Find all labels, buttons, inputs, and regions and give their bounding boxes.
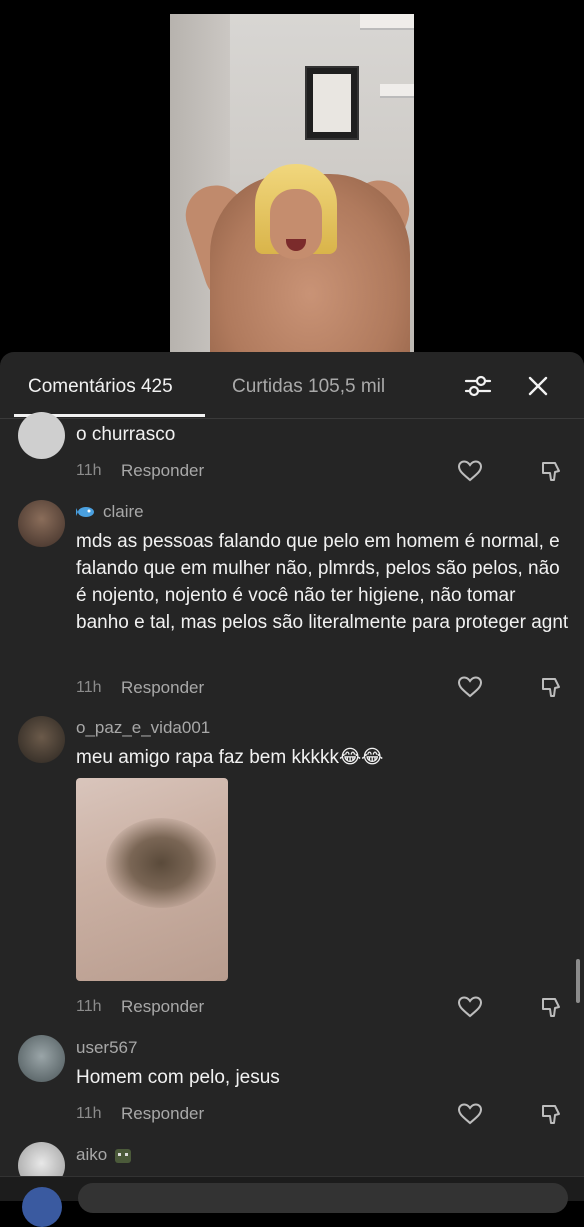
comments-sheet: Comentários 425 Curtidas 105,5 mil o chu… — [0, 352, 584, 1200]
comment-input[interactable] — [78, 1183, 568, 1213]
character-emoji-icon — [115, 1149, 131, 1163]
video-preview[interactable] — [170, 14, 414, 359]
tab-bar: Comentários 425 Curtidas 105,5 mil — [0, 352, 584, 419]
fish-icon — [76, 507, 94, 517]
comment-text: mds as pessoas falando que pelo em homem… — [76, 531, 569, 633]
avatar[interactable] — [18, 412, 65, 459]
avatar[interactable] — [18, 500, 65, 547]
video-shelf — [360, 14, 414, 30]
heart-outline-icon[interactable] — [457, 459, 483, 483]
comment-text: o churrasco — [76, 424, 176, 445]
tab-likes[interactable]: Curtidas 105,5 mil — [232, 376, 385, 398]
thumbs-down-icon[interactable] — [540, 995, 564, 1019]
tab-comments[interactable]: Comentários 425 — [28, 376, 173, 398]
comment-input-bar[interactable] — [0, 1176, 584, 1227]
comment-time: 11h — [76, 1105, 102, 1122]
video-shelf — [380, 84, 414, 98]
reply-button[interactable]: Responder — [121, 461, 204, 481]
comment-text: Homem com pelo, jesus — [76, 1067, 280, 1088]
thumbs-down-icon[interactable] — [540, 459, 564, 483]
sliders-icon[interactable] — [462, 370, 494, 402]
reply-button[interactable]: Responder — [121, 678, 204, 698]
username[interactable]: aiko — [76, 1145, 107, 1165]
heart-outline-icon[interactable] — [457, 675, 483, 699]
comment-time: 11h — [76, 462, 102, 479]
avatar[interactable] — [18, 1035, 65, 1082]
comment-time: 11h — [76, 998, 102, 1015]
scrollbar[interactable] — [576, 959, 580, 1003]
comment-image-attachment[interactable] — [76, 778, 228, 981]
comment-text: meu amigo rapa faz bem kkkkk😂😂 — [76, 747, 384, 768]
thumbs-down-icon[interactable] — [540, 1102, 564, 1126]
reply-button[interactable]: Responder — [121, 997, 204, 1017]
comment-time: 11h — [76, 679, 102, 696]
reply-button[interactable]: Responder — [121, 1104, 204, 1124]
close-icon[interactable] — [522, 370, 554, 402]
username[interactable]: user567 — [76, 1038, 137, 1058]
user-avatar — [22, 1187, 62, 1227]
thumbs-down-icon[interactable] — [540, 675, 564, 699]
heart-outline-icon[interactable] — [457, 995, 483, 1019]
avatar[interactable] — [18, 716, 65, 763]
video-picture-frame — [305, 66, 359, 140]
username[interactable]: claire — [103, 502, 144, 522]
heart-outline-icon[interactable] — [457, 1102, 483, 1126]
username[interactable]: o_paz_e_vida001 — [76, 718, 210, 738]
